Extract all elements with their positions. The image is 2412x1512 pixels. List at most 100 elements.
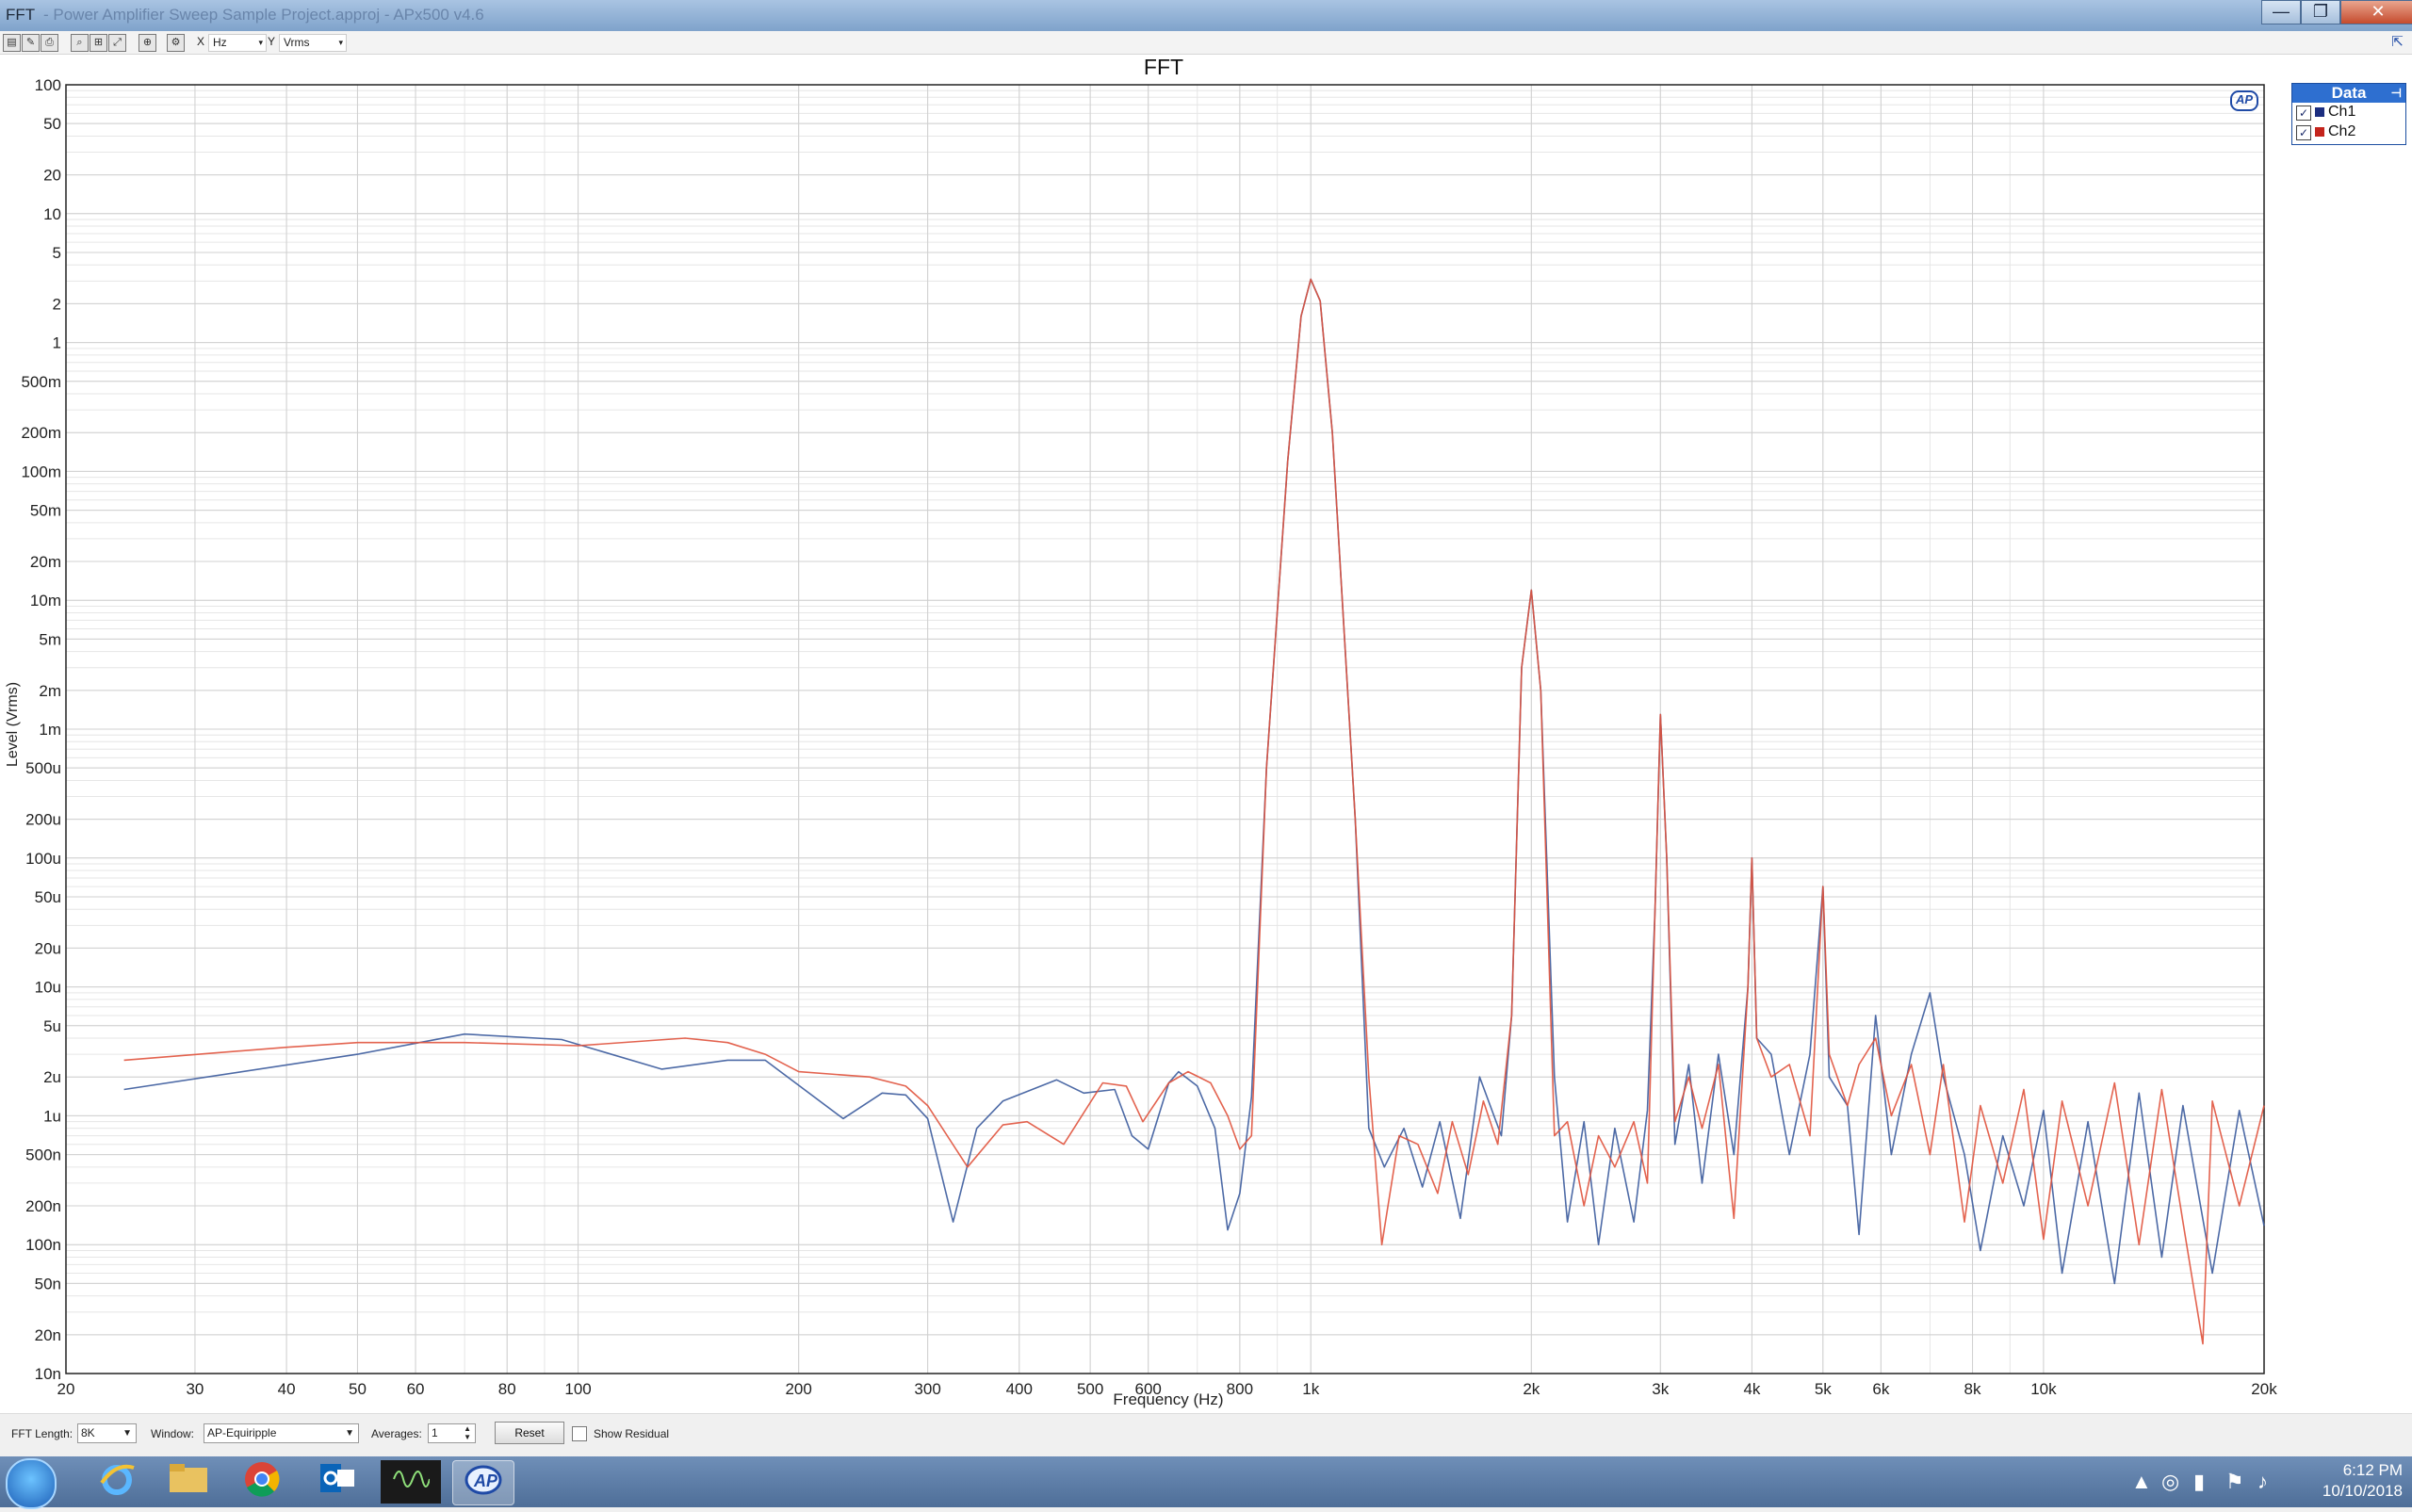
y-tick-label: 10m (30, 592, 61, 610)
y-tick-label: 2m (39, 682, 61, 700)
y-tick-label: 2u (43, 1068, 61, 1086)
fft-length-label: FFT Length: (11, 1427, 73, 1440)
y-tick-label: 2 (53, 295, 61, 313)
chevron-down-icon: ▼ (345, 1428, 354, 1439)
ch2-color-swatch (2315, 127, 2324, 137)
x-tick-label: 60 (407, 1380, 425, 1398)
ch1-color-swatch (2315, 107, 2324, 117)
x-tick-label: 5k (1815, 1380, 1832, 1398)
y-tick-label: 500n (25, 1146, 61, 1164)
internet-explorer-icon[interactable] (87, 1460, 147, 1504)
legend-header: Data ⊣ (2292, 84, 2405, 103)
volume-icon[interactable]: ♪ (2257, 1470, 2268, 1494)
y-tick-label: 50u (35, 888, 61, 906)
x-tick-label: 300 (914, 1380, 940, 1398)
x-tick-label: 2k (1523, 1380, 1540, 1398)
y-tick-label: 20n (35, 1326, 61, 1344)
y-tick-label: 10n (35, 1365, 61, 1383)
ch1-checkbox[interactable]: ✓ (2296, 106, 2311, 121)
chrome-icon[interactable] (232, 1460, 292, 1504)
y-tick-label: 200n (25, 1197, 61, 1215)
fft-length-select[interactable]: 8K ▼ (77, 1423, 137, 1443)
y-tick-label: 10u (35, 979, 61, 997)
show-hidden-icons[interactable]: ▲ (2131, 1470, 2152, 1494)
legend-title: Data (2331, 84, 2367, 102)
averages-stepper[interactable]: 1 ▲ ▼ (428, 1423, 476, 1443)
y-axis-title: Level (Vrms) (5, 681, 21, 768)
spin-icon[interactable]: ▲ ▼ (464, 1424, 471, 1441)
x-tick-label: 4k (1743, 1380, 1760, 1398)
x-tick-label: 500 (1077, 1380, 1103, 1398)
network-icon[interactable]: ◎ (2161, 1470, 2179, 1494)
y-tick-label: 1 (53, 334, 61, 352)
y-tick-label: 100 (35, 76, 61, 94)
scope-app-icon[interactable] (381, 1460, 441, 1504)
x-tick-label: 1k (1302, 1380, 1319, 1398)
x-tick-label: 40 (278, 1380, 296, 1398)
window-select[interactable]: AP-Equiripple ▼ (204, 1423, 359, 1443)
averages-label: Averages: (371, 1427, 422, 1440)
reset-button[interactable]: Reset (495, 1422, 564, 1444)
chevron-down-icon: ▼ (122, 1428, 132, 1439)
start-button[interactable] (6, 1458, 57, 1509)
fft-length-value: 8K (81, 1426, 95, 1439)
y-tick-label: 50m (30, 502, 61, 520)
x-tick-label: 80 (498, 1380, 516, 1398)
y-tick-label: 100u (25, 850, 61, 868)
ap-app-icon[interactable]: AP (452, 1460, 514, 1505)
legend-panel: Data ⊣ ✓ Ch1 ✓ Ch2 (2291, 83, 2406, 145)
x-tick-label: 3k (1652, 1380, 1669, 1398)
window-label: Window: (151, 1427, 195, 1440)
y-tick-label: 200m (21, 424, 61, 442)
ch1-label: Ch1 (2328, 104, 2356, 120)
y-tick-label: 50 (43, 115, 61, 133)
y-tick-label: 10 (43, 205, 61, 223)
svg-text:AP: AP (473, 1471, 498, 1490)
y-tick-label: 20m (30, 553, 61, 571)
x-tick-label: 100 (564, 1380, 591, 1398)
application-window: FFT - Power Amplifier Sweep Sample Proje… (0, 0, 2412, 1457)
x-tick-label: 200 (785, 1380, 811, 1398)
fft-settings-bar: FFT Length: 8K ▼ Window: AP-Equiripple ▼… (0, 1413, 2412, 1457)
file-explorer-icon[interactable] (158, 1460, 219, 1504)
window-value: AP-Equiripple (207, 1426, 277, 1439)
y-tick-label: 5u (43, 1017, 61, 1035)
y-tick-label: 50n (35, 1275, 61, 1293)
show-residual-checkbox[interactable] (572, 1426, 587, 1441)
y-tick-label: 500u (25, 759, 61, 777)
x-tick-label: 50 (349, 1380, 367, 1398)
y-tick-label: 100n (25, 1236, 61, 1254)
show-residual-label: Show Residual (594, 1427, 670, 1440)
y-tick-label: 500m (21, 373, 61, 391)
windows-taskbar: AP ▲ ◎ ▮ ⚑ ♪ 6:12 PM 10/10/2018 (0, 1456, 2412, 1509)
ch2-checkbox[interactable]: ✓ (2296, 125, 2311, 140)
y-tick-label: 1m (39, 721, 61, 739)
y-tick-label: 20u (35, 939, 61, 957)
y-tick-label: 100m (21, 463, 61, 480)
x-tick-label: 400 (1006, 1380, 1033, 1398)
pin-icon[interactable]: ⊣ (2391, 84, 2402, 103)
ap-logo: AP (2230, 90, 2258, 111)
legend-item-ch1[interactable]: ✓ Ch1 (2292, 103, 2405, 122)
x-tick-label: 10k (2030, 1380, 2057, 1398)
y-tick-label: 1u (43, 1107, 61, 1125)
ch2-label: Ch2 (2328, 123, 2356, 139)
x-tick-label: 6k (1872, 1380, 1889, 1398)
y-tick-label: 20 (43, 167, 61, 185)
system-clock[interactable]: 6:12 PM 10/10/2018 (2299, 1460, 2403, 1502)
x-tick-label: 30 (186, 1380, 204, 1398)
y-tick-label: 5m (39, 630, 61, 648)
y-tick-label: 200u (25, 811, 61, 829)
clock-date: 10/10/2018 (2322, 1482, 2403, 1500)
y-tick-label: 5 (53, 244, 61, 262)
clock-time: 6:12 PM (2342, 1461, 2403, 1479)
x-axis-title: Frequency (Hz) (1113, 1390, 1224, 1408)
averages-value: 1 (432, 1426, 438, 1439)
x-tick-label: 800 (1227, 1380, 1253, 1398)
legend-item-ch2[interactable]: ✓ Ch2 (2292, 122, 2405, 142)
usb-icon[interactable]: ▮ (2193, 1470, 2205, 1494)
fft-plot[interactable]: 20 30 40 50 60 80 100 200 300 400 500 600 800 1k 2k 3k 4… (0, 0, 2412, 1413)
x-tick-label: 20k (2251, 1380, 2277, 1398)
flag-icon[interactable]: ⚑ (2225, 1470, 2244, 1494)
outlook-icon[interactable] (307, 1460, 367, 1504)
